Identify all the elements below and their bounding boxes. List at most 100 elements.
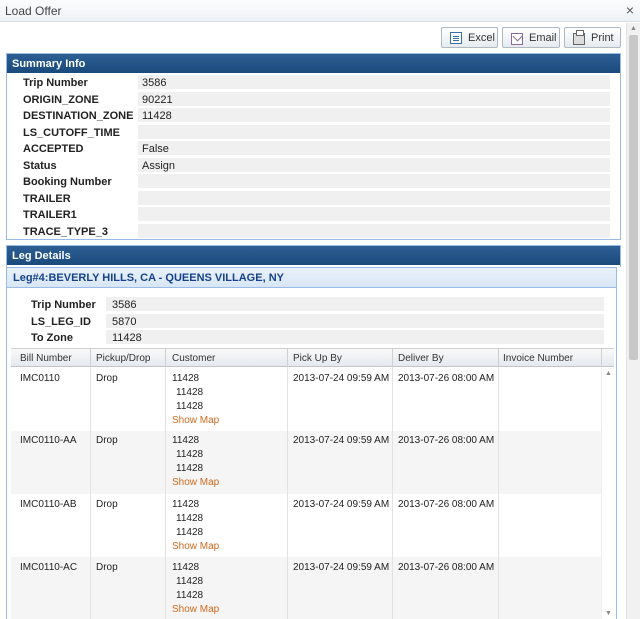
summary-info-header: Summary Info <box>7 54 620 73</box>
table-row[interactable]: IMC0110-AB Drop 11428 11428 11428 Show M… <box>11 494 601 557</box>
field-label: Trip Number <box>23 77 88 89</box>
email-icon <box>511 32 523 45</box>
table-row[interactable]: IMC0110-AC Drop 11428 11428 11428 Show M… <box>11 557 601 619</box>
summary-field: ORIGIN_ZONE 90221 <box>7 91 620 108</box>
grid-scroll-up-icon[interactable]: ▲ <box>605 370 612 377</box>
print-icon <box>573 30 585 45</box>
excel-icon <box>450 31 462 44</box>
summary-field: Booking Number <box>7 173 620 190</box>
pick-up-by-cell: 2013-07-24 09:59 AM <box>293 373 390 384</box>
field-label: ACCEPTED <box>23 143 84 155</box>
grid-scrollbar[interactable]: ▲ ▼ <box>601 367 614 619</box>
excel-button-label: Excel <box>468 31 495 44</box>
field-label: Trip Number <box>31 299 96 311</box>
leg-details-header: Leg Details <box>7 246 620 265</box>
customer-line: 11428 <box>176 449 204 460</box>
field-value: 5870 <box>112 315 137 328</box>
customer-line: 11428 <box>176 527 204 538</box>
column-header-pickup-drop[interactable]: Pickup/Drop <box>96 353 150 364</box>
field-value: 90221 <box>142 93 173 106</box>
deliver-by-cell: 2013-07-26 08:00 AM <box>398 373 495 384</box>
grid-header: Bill Number Pickup/Drop Customer Pick Up… <box>11 348 614 368</box>
leg-details-panel: Leg Details <box>6 245 621 267</box>
field-value: 3586 <box>142 77 167 89</box>
show-map-link[interactable]: Show Map <box>172 477 219 488</box>
close-icon[interactable]: × <box>626 2 634 18</box>
summary-field: LS_CUTOFF_TIME <box>7 124 620 141</box>
table-row[interactable]: IMC0110-AA Drop 11428 11428 11428 Show M… <box>11 431 601 494</box>
window-title: Load Offer <box>5 4 62 18</box>
summary-field: TRAILER1 <box>7 206 620 223</box>
summary-field: Status Assign <box>7 157 620 174</box>
toolbar: Excel Email Print <box>0 23 626 51</box>
customer-line: 11428 <box>176 401 204 412</box>
field-value: 11428 <box>112 332 142 344</box>
field-label: LS_CUTOFF_TIME <box>23 126 120 139</box>
customer-line: 11428 <box>172 435 200 446</box>
leg-field: Trip Number 3586 <box>7 296 616 313</box>
bill-number-cell: IMC0110-AB <box>20 499 77 510</box>
bill-number-cell: IMC0110-AA <box>20 435 77 446</box>
excel-button[interactable]: Excel <box>441 27 498 48</box>
bill-number-cell: IMC0110-AC <box>20 562 78 573</box>
column-header-pick-up-by[interactable]: Pick Up By <box>293 353 342 364</box>
column-header-bill-number[interactable]: Bill Number <box>20 353 72 364</box>
pickup-drop-cell: Drop <box>96 499 118 510</box>
window-scrollbar[interactable]: ▲ <box>626 23 640 619</box>
scroll-up-arrow-icon[interactable]: ▲ <box>630 25 637 32</box>
summary-info-panel: Summary Info Trip Number 3586 ORIGIN_ZON… <box>6 53 621 240</box>
summary-field: TRACE_TYPE_3 <box>7 223 620 240</box>
customer-line: 11428 <box>176 387 204 398</box>
pickup-drop-cell: Drop <box>96 373 118 384</box>
grid-scroll-down-icon[interactable]: ▼ <box>605 610 612 617</box>
field-value: 3586 <box>112 299 137 311</box>
pick-up-by-cell: 2013-07-24 09:59 AM <box>293 435 390 446</box>
field-label: Booking Number <box>23 176 112 188</box>
deliver-by-cell: 2013-07-26 08:00 AM <box>398 499 495 510</box>
leg-panel: Leg#4:BEVERLY HILLS, CA - QUEENS VILLAGE… <box>6 267 617 619</box>
table-row[interactable]: IMC0110 Drop 11428 11428 11428 Show Map … <box>11 367 601 431</box>
pickup-drop-cell: Drop <box>96 435 118 446</box>
field-label: TRACE_TYPE_3 <box>23 225 108 238</box>
pickup-drop-cell: Drop <box>96 562 118 573</box>
customer-line: 11428 <box>172 562 200 573</box>
field-label: TRAILER1 <box>23 209 77 221</box>
customer-line: 11428 <box>176 513 204 524</box>
show-map-link[interactable]: Show Map <box>172 415 219 426</box>
field-label: LS_LEG_ID <box>31 315 91 328</box>
summary-field: TRAILER <box>7 190 620 207</box>
deliver-by-cell: 2013-07-26 08:00 AM <box>398 562 495 573</box>
leg-title: Leg#4:BEVERLY HILLS, CA - QUEENS VILLAGE… <box>7 268 616 288</box>
grid-body: IMC0110 Drop 11428 11428 11428 Show Map … <box>11 367 601 619</box>
column-header-invoice-number[interactable]: Invoice Number <box>503 353 573 364</box>
show-map-link[interactable]: Show Map <box>172 541 219 552</box>
field-label: DESTINATION_ZONE <box>23 110 134 122</box>
summary-field: ACCEPTED False <box>7 140 620 157</box>
window-titlebar: Load Offer × <box>0 0 640 22</box>
customer-line: 11428 <box>172 499 200 510</box>
field-value: False <box>142 143 169 155</box>
customer-line: 11428 <box>176 463 204 474</box>
leg-field: LS_LEG_ID 5870 <box>7 313 616 330</box>
field-label: ORIGIN_ZONE <box>23 93 99 106</box>
pick-up-by-cell: 2013-07-24 09:59 AM <box>293 499 390 510</box>
email-button-label: Email <box>529 31 557 44</box>
field-value: Assign <box>142 159 176 172</box>
window-scrollbar-thumb[interactable] <box>629 35 638 360</box>
customer-line: 11428 <box>176 576 204 587</box>
email-button[interactable]: Email <box>502 27 560 48</box>
leg-field: To Zone 11428 <box>7 329 616 346</box>
print-button[interactable]: Print <box>564 27 621 48</box>
show-map-link[interactable]: Show Map <box>172 604 219 615</box>
field-value: 11428 <box>142 110 172 122</box>
column-header-customer[interactable]: Customer <box>172 353 215 364</box>
deliver-by-cell: 2013-07-26 08:00 AM <box>398 435 495 446</box>
summary-field: DESTINATION_ZONE 11428 <box>7 107 620 124</box>
bill-number-cell: IMC0110 <box>20 373 60 384</box>
customer-line: 11428 <box>172 373 200 384</box>
bills-grid: Bill Number Pickup/Drop Customer Pick Up… <box>11 348 614 619</box>
field-label: To Zone <box>31 332 73 344</box>
column-header-deliver-by[interactable]: Deliver By <box>398 353 444 364</box>
summary-field: Trip Number 3586 <box>7 74 620 91</box>
print-button-label: Print <box>591 31 614 44</box>
